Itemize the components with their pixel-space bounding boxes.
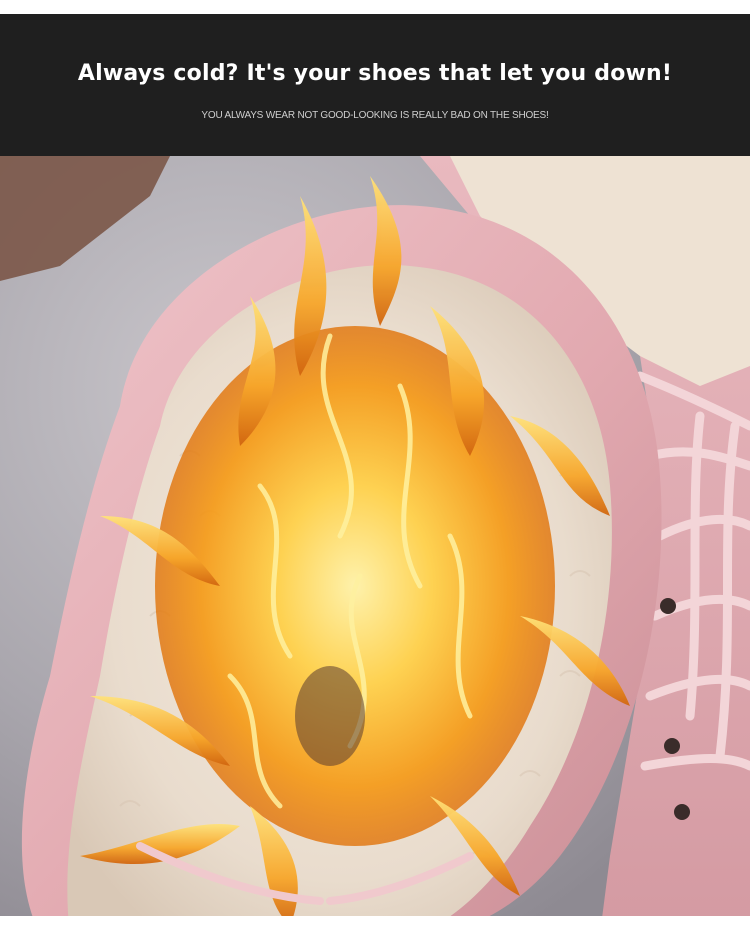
boot-interior-shadow <box>295 666 365 766</box>
promo-banner: Always cold? It's your shoes that let yo… <box>0 14 750 156</box>
banner-subline: YOU ALWAYS WEAR NOT GOOD-LOOKING IS REAL… <box>201 110 549 121</box>
banner-headline: Always cold? It's your shoes that let yo… <box>77 61 673 86</box>
product-photo <box>0 156 750 934</box>
bottom-margin <box>0 916 750 934</box>
boot-flame-illustration <box>0 156 750 934</box>
top-margin <box>0 0 750 14</box>
